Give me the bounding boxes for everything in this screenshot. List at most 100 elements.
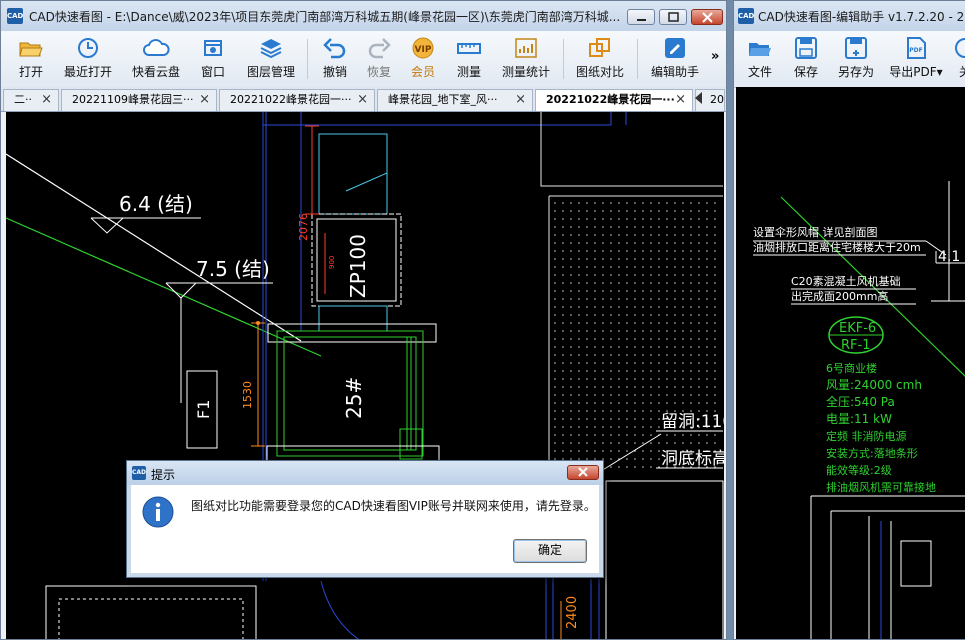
undo-icon xyxy=(323,38,346,59)
tab-close-icon[interactable]: × xyxy=(357,90,368,110)
tab-close-icon[interactable]: × xyxy=(199,90,210,110)
spec-text: 电量:11 kW xyxy=(826,412,892,426)
close-window-button[interactable] xyxy=(691,9,723,25)
dialog-title: 提示 xyxy=(151,468,176,482)
toolbar-divider xyxy=(563,39,564,79)
file-button[interactable]: 文件 xyxy=(738,34,782,84)
undo-button[interactable]: 撤销 xyxy=(315,34,355,84)
export-pdf-icon: PDF xyxy=(907,37,926,59)
ok-button[interactable]: 确定 xyxy=(513,539,587,563)
dialog-message: 图纸对比功能需要登录您的CAD快速看图VIP账号并联网来使用，请先登录。 xyxy=(191,499,596,513)
recent-clock-icon xyxy=(78,38,98,58)
dimension-label: 900 xyxy=(328,256,336,269)
tab-close-icon[interactable]: × xyxy=(515,90,526,110)
annotation-text: 出完成面200mm高 xyxy=(791,289,888,303)
spec-text: 排油烟风机需可靠接地 xyxy=(826,480,936,494)
spec-text: 6号商业楼 xyxy=(826,361,877,375)
cloud-drive-label: 快看云盘 xyxy=(131,65,180,79)
cloud-drive-button[interactable]: 快看云盘 xyxy=(127,34,185,84)
redo-button[interactable]: 恢复 xyxy=(359,34,399,84)
folder-open-icon xyxy=(19,42,43,57)
close-doc-button[interactable]: 关 xyxy=(950,34,965,84)
cad-curve xyxy=(320,580,360,639)
cloud-icon xyxy=(143,39,170,56)
save-as-button[interactable]: 另存为 xyxy=(832,34,880,84)
doc-tab-active[interactable]: 20221022峰景花园一··· × xyxy=(535,89,693,111)
app-logo-icon: CAD xyxy=(132,466,146,480)
spec-text: 风量:24000 cmh xyxy=(826,378,922,392)
equipment-code: EKF-6 xyxy=(839,321,876,336)
measure-stats-button[interactable]: 测量统计 xyxy=(497,34,555,84)
vip-member-button[interactable]: VIP 会员 xyxy=(403,34,443,84)
file-label: 文件 xyxy=(747,65,772,79)
fan-number-label: 25# xyxy=(342,377,366,419)
cad-line xyxy=(6,217,322,357)
window-title: CAD快速看图 - E:\Dance\威\2023年\项目东莞虎门南部湾万科城五… xyxy=(29,10,619,24)
close-icon xyxy=(578,467,588,477)
doc-tab[interactable]: 20221109峰景花园三··· × xyxy=(61,89,217,111)
compare-drawings-button[interactable]: 图纸对比 xyxy=(571,34,629,84)
save-as-label: 另存为 xyxy=(837,65,874,79)
save-icon xyxy=(795,37,817,59)
doc-tab[interactable]: 二·· × xyxy=(3,89,59,111)
doc-tab-label: 20221022峰景花园一··· xyxy=(230,93,352,106)
cad-duct xyxy=(318,305,388,332)
close-doc-icon xyxy=(955,38,965,58)
annotation-text: 油烟排放口距离住宅楼楼大于20m xyxy=(753,240,921,254)
app-logo-icon: CAD xyxy=(7,8,23,24)
redo-icon xyxy=(368,38,391,59)
measure-button[interactable]: 测量 xyxy=(449,34,489,84)
vip-icon: VIP xyxy=(412,37,434,59)
open-label: 打开 xyxy=(18,65,43,79)
cad-duct xyxy=(318,133,388,215)
compare-icon xyxy=(589,38,610,57)
dialog-title-bar[interactable]: CAD 提示 xyxy=(127,461,603,485)
spec-text: 全压:540 Pa xyxy=(826,394,895,409)
annotation-text: 设置伞形风帽 详见剖面图 xyxy=(753,225,878,239)
export-pdf-button[interactable]: PDF 导出PDF▾ xyxy=(886,34,946,84)
recent-button[interactable]: 最近打开 xyxy=(57,34,119,84)
dimension-label: 1530 xyxy=(241,381,254,409)
tab-close-icon[interactable]: × xyxy=(675,90,686,110)
save-as-icon xyxy=(845,37,867,59)
cad-wall xyxy=(931,181,965,302)
window-button[interactable]: 窗口 xyxy=(193,34,233,84)
maximize-button[interactable] xyxy=(659,9,687,25)
edit-helper-toolbar: 文件 保存 另存为 PDF 导出PDF▾ 关 xyxy=(734,31,965,88)
cad-fan-frame xyxy=(406,337,412,450)
open-button[interactable]: 打开 xyxy=(9,34,53,84)
edit-helper-icon xyxy=(665,38,685,58)
edit-drawing-canvas[interactable]: 设置伞形风帽 详见剖面图 油烟排放口距离住宅楼楼大于20m C20素混凝土风机基… xyxy=(736,87,965,639)
doc-tab[interactable]: 峰景花园_地下室_风··· × xyxy=(377,89,533,111)
close-icon xyxy=(702,12,713,23)
edit-helper-button[interactable]: 编辑助手 xyxy=(645,34,705,84)
title-bar[interactable]: CAD CAD快速看图-编辑助手 v1.7.2.20 - 20 xyxy=(734,1,965,32)
elevation-label: 6.4 (结) xyxy=(119,192,193,216)
login-prompt-dialog: CAD 提示 图纸对比功能需要登录您的CAD快速看图VIP账号并联网来使用，请先… xyxy=(126,460,604,578)
dimension-label: 2400 xyxy=(565,596,580,629)
minimize-button[interactable] xyxy=(627,9,655,25)
tab-scroll-left-button[interactable] xyxy=(695,92,702,104)
recent-label: 最近打开 xyxy=(63,65,112,79)
cad-room xyxy=(58,598,244,639)
info-icon xyxy=(142,496,174,528)
ruler-icon xyxy=(457,43,481,54)
minimize-icon xyxy=(637,19,646,21)
cad-room xyxy=(605,480,724,639)
tab-close-icon[interactable]: × xyxy=(41,90,52,110)
title-bar[interactable]: CAD CAD快速看图 - E:\Dance\威\2023年\项目东莞虎门南部湾… xyxy=(1,1,726,32)
save-button[interactable]: 保存 xyxy=(784,34,828,84)
toolbar-overflow-button[interactable]: » xyxy=(711,49,719,64)
spec-text: 能效等级:2级 xyxy=(826,463,892,477)
cad-drawing: 设置伞形风帽 详见剖面图 油烟排放口距离住宅楼楼大于20m C20素混凝土风机基… xyxy=(753,181,965,639)
doc-tab-label: 20221109峰景花园三··· xyxy=(72,93,194,106)
layer-manager-button[interactable]: 图层管理 xyxy=(241,34,301,84)
cad-label-box xyxy=(900,540,932,587)
elevation-label: 4.1 xyxy=(938,249,960,265)
doc-tab[interactable]: 20221022峰景花园一··· × xyxy=(219,89,375,111)
annotation-text: C20素混凝土风机基础 xyxy=(791,274,901,288)
dialog-close-button[interactable] xyxy=(567,465,599,480)
undo-label: 撤销 xyxy=(322,65,347,79)
cad-dimension-dot xyxy=(256,321,260,325)
doc-tab-label: 峰景花园_地下室_风··· xyxy=(388,93,498,106)
